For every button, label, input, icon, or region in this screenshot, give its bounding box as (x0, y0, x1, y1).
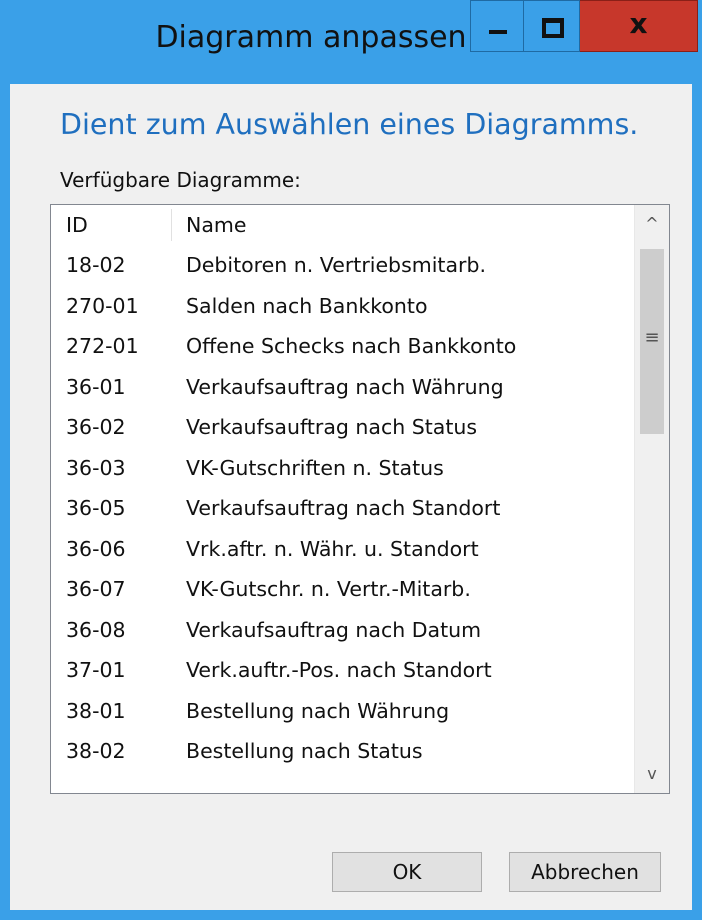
cancel-button[interactable]: Abbrechen (509, 852, 661, 892)
list-item[interactable]: 270-01 Salden nach Bankkonto (51, 286, 635, 327)
dialog-window: Diagramm anpassen x Dient zum Auswählen … (0, 0, 702, 920)
list-rows: 18-02 Debitoren n. Vertriebsmitarb. 270-0… (51, 245, 635, 772)
list-item[interactable]: 18-02 Debitoren n. Vertriebsmitarb. (51, 245, 635, 286)
column-divider[interactable] (171, 209, 172, 241)
item-name: Salden nach Bankkonto (186, 293, 428, 318)
item-id: 18-02 (66, 253, 126, 277)
list-item[interactable]: 38-01 Bestellung nach Währung (51, 691, 635, 732)
ok-button[interactable]: OK (332, 852, 482, 892)
available-charts-label: Verfügbare Diagramme: (60, 168, 301, 192)
list-item[interactable]: 36-05 Verkaufsauftrag nach Standort (51, 488, 635, 529)
list-item[interactable]: 272-01 Offene Schecks nach Bankkonto (51, 326, 635, 367)
list-item[interactable]: 36-01 Verkaufsauftrag nach Währung (51, 367, 635, 408)
list-item[interactable]: 36-08 Verkaufsauftrag nach Datum (51, 610, 635, 651)
list-item[interactable]: 36-03 VK-Gutschriften n. Status (51, 448, 635, 489)
item-id: 36-03 (66, 455, 126, 480)
item-id: 36-05 (66, 496, 126, 520)
item-id: 270-01 (66, 293, 139, 318)
scroll-up-icon[interactable]: ^ (635, 207, 669, 241)
column-header-id[interactable]: ID (66, 205, 88, 245)
item-id: 36-06 (66, 536, 126, 561)
item-name: Verk.auftr.-Pos. nach Standort (186, 658, 492, 682)
item-id: 36-08 (66, 617, 126, 642)
minimize-button[interactable] (470, 0, 524, 52)
list-header: ID Name (51, 205, 635, 245)
item-id: 38-01 (66, 698, 126, 723)
item-name: Bestellung nach Status (186, 739, 423, 763)
item-id: 37-01 (66, 658, 126, 682)
scroll-down-icon[interactable]: v (635, 757, 669, 791)
list-item[interactable]: 36-06 Vrk.aftr. n. Währ. u. Standort (51, 529, 635, 570)
title-bar[interactable]: Diagramm anpassen x (0, 0, 702, 84)
list-item[interactable]: 36-07 VK-Gutschr. n. Vertr.-Mitarb. (51, 569, 635, 610)
item-name: Vrk.aftr. n. Währ. u. Standort (186, 536, 479, 561)
maximize-button[interactable] (524, 0, 580, 52)
chart-list[interactable]: ID Name 18-02 Debitoren n. Vertriebsmitar… (50, 204, 670, 794)
maximize-icon (542, 18, 564, 38)
grip-icon: ≡ (644, 327, 660, 348)
item-id: 36-02 (66, 415, 126, 439)
list-item[interactable]: 38-02 Bestellung nach Status (51, 731, 635, 772)
item-id: 272-01 (66, 334, 139, 358)
item-name: Verkaufsauftrag nach Standort (186, 496, 501, 520)
item-id: 36-01 (66, 374, 126, 399)
item-name: Offene Schecks nach Bankkonto (186, 334, 517, 358)
item-name: VK-Gutschriften n. Status (186, 455, 444, 480)
vertical-scrollbar[interactable]: ^ ≡ v (634, 205, 669, 793)
close-button[interactable]: x (580, 0, 698, 52)
item-id: 38-02 (66, 739, 126, 763)
item-name: Verkaufsauftrag nach Datum (186, 617, 482, 642)
item-name: Debitoren n. Vertriebsmitarb. (186, 253, 486, 277)
item-id: 36-07 (66, 577, 126, 601)
list-item[interactable]: 37-01 Verk.auftr.-Pos. nach Standort (51, 650, 635, 691)
minimize-icon (489, 30, 507, 34)
scrollbar-thumb[interactable]: ≡ (640, 249, 664, 434)
item-name: Verkaufsauftrag nach Währung (186, 374, 504, 399)
dialog-body: Dient zum Auswählen eines Diagramms. Ver… (10, 84, 692, 910)
list-item[interactable]: 36-02 Verkaufsauftrag nach Status (51, 407, 635, 448)
dialog-heading: Dient zum Auswählen eines Diagramms. (60, 108, 639, 141)
item-name: VK-Gutschr. n. Vertr.-Mitarb. (186, 577, 471, 601)
close-icon: x (629, 7, 648, 40)
item-name: Verkaufsauftrag nach Status (186, 415, 478, 439)
item-name: Bestellung nach Währung (186, 698, 450, 723)
column-header-name[interactable]: Name (186, 205, 246, 245)
